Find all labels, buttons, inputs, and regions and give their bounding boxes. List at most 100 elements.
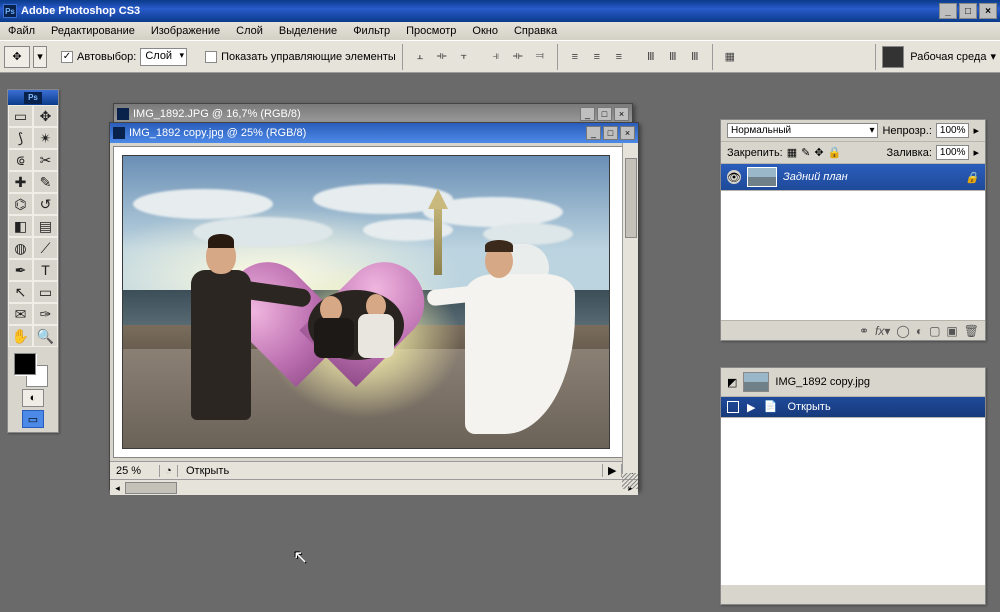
align-left-icon[interactable]: ⫣	[485, 46, 507, 68]
menu-edit[interactable]: Редактирование	[43, 23, 143, 39]
lock-position-icon[interactable]: ✥	[814, 146, 823, 159]
maximize-button[interactable]: □	[959, 3, 977, 19]
doc-close-button[interactable]: ×	[614, 107, 629, 121]
eraser-tool[interactable]: ◧	[8, 215, 33, 237]
pen-tool[interactable]: ✒	[8, 259, 33, 281]
delete-layer-icon[interactable]: 🗑	[964, 324, 979, 338]
history-marker-icon[interactable]	[727, 401, 739, 413]
distribute-hcenter-icon[interactable]: Ⅲ	[662, 46, 684, 68]
new-layer-icon[interactable]: ▣	[946, 324, 957, 338]
doc-close-button[interactable]: ×	[620, 126, 635, 140]
document-window-front[interactable]: IMG_1892 copy.jpg @ 25% (RGB/8) _ □ × 25…	[109, 122, 639, 490]
fg-color-swatch[interactable]	[14, 353, 36, 375]
move-tool[interactable]: ✥	[33, 105, 58, 127]
fill-flyout-icon[interactable]: ▸	[973, 146, 979, 159]
menu-image[interactable]: Изображение	[143, 23, 228, 39]
gradient-tool[interactable]: ▤	[33, 215, 58, 237]
fill-field[interactable]: 100%	[936, 145, 970, 160]
opacity-flyout-icon[interactable]: ▸	[973, 124, 979, 137]
distribute-left-icon[interactable]: Ⅲ	[640, 46, 662, 68]
menu-select[interactable]: Выделение	[271, 23, 345, 39]
wand-tool[interactable]: ✴	[33, 127, 58, 149]
autoselect-checkbox[interactable]: ✓	[61, 51, 73, 63]
lock-all-icon[interactable]: 🔒	[828, 146, 842, 159]
adjustment-layer-icon[interactable]: ◐	[916, 324, 923, 338]
tool-preset-dropdown[interactable]: ▾	[33, 46, 47, 68]
autoselect-mode-select[interactable]: Слой	[140, 48, 187, 66]
visibility-icon[interactable]: 👁	[727, 170, 741, 184]
align-hcenter-icon[interactable]: ⟛	[507, 46, 529, 68]
doc-minimize-button[interactable]: _	[580, 107, 595, 121]
link-layers-icon[interactable]: ⚭	[859, 324, 869, 338]
status-play-icon[interactable]: ▶	[602, 464, 621, 477]
menu-help[interactable]: Справка	[506, 23, 565, 39]
screenmode-toggle[interactable]: ▭	[22, 410, 44, 428]
status-icon[interactable]: ◔	[160, 465, 178, 477]
distribute-vcenter-icon[interactable]: ≡	[586, 46, 608, 68]
color-swatches[interactable]	[8, 347, 58, 385]
distribute-right-icon[interactable]: Ⅲ	[684, 46, 706, 68]
opacity-label: Непрозр.:	[882, 125, 931, 137]
stamp-tool[interactable]: ⌬	[8, 193, 33, 215]
zoom-tool[interactable]: 🔍	[33, 325, 58, 347]
move-tool-icon[interactable]: ✥	[4, 46, 30, 68]
marquee-tool[interactable]: ▭	[8, 105, 33, 127]
doc-minimize-button[interactable]: _	[586, 126, 601, 140]
resize-grip[interactable]	[622, 473, 638, 489]
vertical-scrollbar[interactable]	[622, 143, 638, 473]
blend-mode-select[interactable]: Нормальный▾	[727, 123, 878, 138]
type-tool[interactable]: T	[33, 259, 58, 281]
blur-tool[interactable]: ◍	[8, 237, 33, 259]
canvas[interactable]	[113, 146, 635, 458]
new-group-icon[interactable]: ▢	[929, 324, 940, 338]
doc-maximize-button[interactable]: □	[597, 107, 612, 121]
workspace-button[interactable]: Рабочая среда	[910, 51, 986, 63]
auto-align-icon[interactable]: ▦	[719, 46, 741, 68]
layer-row[interactable]: 👁 Задний план 🔒	[721, 164, 985, 190]
shape-tool[interactable]: ▭	[33, 281, 58, 303]
menu-window[interactable]: Окно	[464, 23, 506, 39]
bridge-icon[interactable]	[882, 46, 904, 68]
zoom-field[interactable]: 25 %	[110, 465, 160, 477]
distribute-top-icon[interactable]: ≡	[564, 46, 586, 68]
scroll-left-icon[interactable]: ◂	[110, 480, 125, 496]
lock-pixels-icon[interactable]: ✎	[801, 146, 810, 159]
horizontal-scrollbar[interactable]: ◂ ▸	[110, 479, 638, 495]
distribute-bottom-icon[interactable]: ≡	[608, 46, 630, 68]
notes-tool[interactable]: ✉	[8, 303, 33, 325]
align-bottom-icon[interactable]: ⫟	[453, 46, 475, 68]
minimize-button[interactable]: _	[939, 3, 957, 19]
chevron-down-icon[interactable]: ▾	[990, 50, 996, 63]
crop-tool[interactable]: ⟃	[8, 149, 33, 171]
path-tool[interactable]: ↖	[8, 281, 33, 303]
hand-tool[interactable]: ✋	[8, 325, 33, 347]
menu-file[interactable]: Файл	[0, 23, 43, 39]
eyedropper-tool[interactable]: ✑	[33, 303, 58, 325]
align-top-icon[interactable]: ⫠	[409, 46, 431, 68]
brush-tool[interactable]: ✎	[33, 171, 58, 193]
menu-filter[interactable]: Фильтр	[345, 23, 398, 39]
menu-layer[interactable]: Слой	[228, 23, 271, 39]
heal-tool[interactable]: ✚	[8, 171, 33, 193]
close-button[interactable]: ×	[979, 3, 997, 19]
lasso-tool[interactable]: ⟆	[8, 127, 33, 149]
history-step-row[interactable]: ▶ 📄 Открыть	[721, 397, 985, 417]
slice-tool[interactable]: ✂	[33, 149, 58, 171]
history-brush-source-icon[interactable]: ▶	[747, 401, 755, 414]
layer-fx-icon[interactable]: fx▾	[875, 324, 890, 338]
history-source-row[interactable]: ◩ IMG_1892 copy.jpg	[721, 368, 985, 397]
fill-label: Заливка:	[886, 147, 931, 159]
align-vcenter-icon[interactable]: ⟛	[431, 46, 453, 68]
layer-thumbnail[interactable]	[747, 167, 777, 187]
opacity-field[interactable]: 100%	[936, 123, 970, 138]
tools-header[interactable]: Ps	[8, 90, 58, 105]
doc-maximize-button[interactable]: □	[603, 126, 618, 140]
lock-transparent-icon[interactable]: ▦	[787, 146, 797, 159]
quickmask-toggle[interactable]: ◐	[22, 389, 44, 407]
show-controls-checkbox[interactable]	[205, 51, 217, 63]
layer-mask-icon[interactable]: ◯	[896, 324, 909, 338]
history-brush-tool[interactable]: ↺	[33, 193, 58, 215]
dodge-tool[interactable]: ⟋	[33, 237, 58, 259]
align-right-icon[interactable]: ⫤	[529, 46, 551, 68]
menu-view[interactable]: Просмотр	[398, 23, 464, 39]
